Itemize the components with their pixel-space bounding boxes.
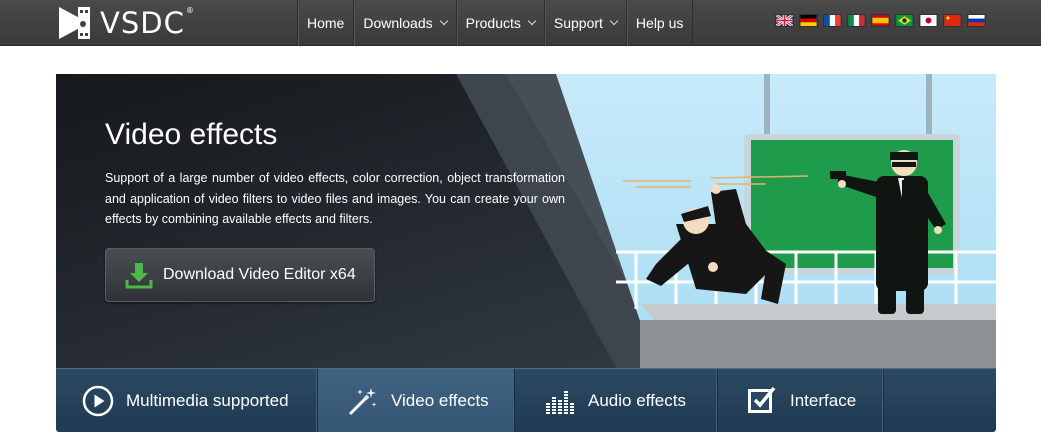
feature-tabs: Multimedia supported Video effects Audio… [56, 368, 996, 432]
equalizer-icon [546, 390, 574, 414]
tab-label: Audio effects [588, 390, 686, 410]
tab-multimedia-supported[interactable]: Multimedia supported [56, 369, 318, 432]
download-video-editor-button[interactable]: Download Video Editor x64 [105, 248, 375, 302]
tab-audio-effects[interactable]: Audio effects [515, 369, 718, 432]
nav-downloads[interactable]: Downloads [353, 0, 455, 46]
portuguese-brazil-flag[interactable] [895, 14, 914, 27]
english-flag[interactable] [775, 14, 794, 27]
play-circle-icon [82, 385, 114, 416]
tab-interface[interactable]: Interface [718, 369, 884, 432]
german-flag[interactable] [799, 14, 818, 27]
language-selector [775, 14, 986, 27]
vsdc-logo[interactable]: VSDC® [56, 4, 195, 42]
chevron-down-icon [439, 16, 448, 26]
nav-products[interactable]: Products [455, 0, 544, 46]
nav-home[interactable]: Home [297, 0, 353, 46]
chevron-down-icon [609, 16, 619, 26]
vsdc-logo-icon [59, 7, 90, 39]
russian-flag[interactable] [967, 14, 986, 27]
chevron-down-icon [527, 16, 537, 26]
french-flag[interactable] [823, 14, 842, 27]
chinese-flag[interactable] [943, 14, 962, 27]
edit-checkbox-icon [748, 386, 776, 413]
spanish-flag[interactable] [871, 14, 890, 27]
italian-flag[interactable] [847, 14, 866, 27]
magic-wand-icon [349, 387, 377, 414]
nav-help-us[interactable]: Help us [625, 0, 694, 46]
top-navigation-bar: VSDC® Home Downloads Products Support He… [0, 0, 1041, 46]
hero-banner: Video effects Support of a large number … [56, 74, 996, 368]
main-nav: Home Downloads Products Support Help us [297, 0, 694, 46]
banner-description: Support of a large number of video effec… [105, 171, 565, 226]
download-icon [125, 263, 153, 289]
nav-support[interactable]: Support [543, 0, 626, 46]
tab-label: Video effects [391, 390, 489, 410]
download-button-label: Download Video Editor x64 [163, 266, 356, 283]
tab-label: Multimedia supported [126, 390, 289, 410]
tab-label: Interface [790, 390, 857, 410]
japanese-flag[interactable] [919, 14, 938, 27]
logo-text: VSDC® [100, 6, 195, 40]
banner-title: Video effects [105, 118, 278, 151]
tab-video-effects[interactable]: Video effects [318, 369, 515, 432]
